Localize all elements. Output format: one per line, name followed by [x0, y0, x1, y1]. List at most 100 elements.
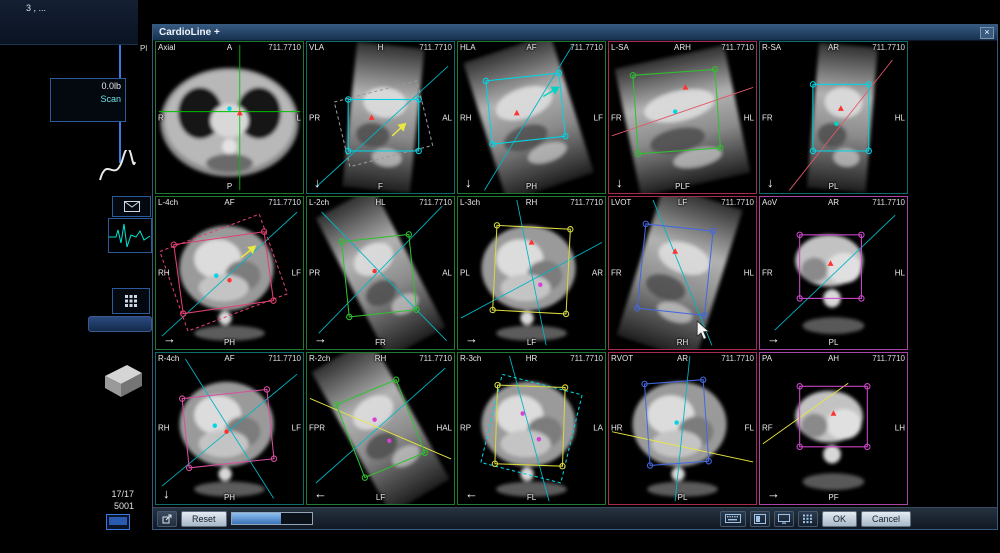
viewport-r-4ch[interactable]: R-4chAF711.7710RHLFPH↓: [155, 352, 304, 505]
view-name: HLA: [460, 43, 476, 52]
display-icon[interactable]: [106, 514, 130, 530]
series-number: 711.7710: [268, 43, 301, 52]
scroll-arrow-right: →: [163, 331, 176, 346]
viewport-axial[interactable]: Axial A 711.7710 R L P: [155, 41, 304, 194]
dialog-footer: Reset OK Cancel: [153, 507, 997, 529]
reset-button[interactable]: Reset: [181, 511, 227, 527]
view-name: R-SA: [762, 43, 781, 52]
partial-label: Pl: [140, 44, 147, 53]
patient-weight: 0.0lb: [55, 81, 121, 91]
viewport-r-sa[interactable]: R-SAAR711.7710FRHLPL↓: [759, 41, 908, 194]
orientation-label-bottom: PLF: [675, 182, 690, 191]
cancel-button[interactable]: Cancel: [861, 511, 911, 527]
orientation-label-top: RH: [526, 198, 538, 207]
copy-graphics-button[interactable]: [157, 511, 177, 527]
orientation-label-left: R: [158, 113, 164, 122]
scroll-arrow-left: ←: [314, 486, 327, 501]
annotation-pen-icon[interactable]: [96, 150, 138, 190]
viewport-l-2ch[interactable]: L-2chHL711.7710PRALFR→: [306, 196, 455, 349]
view-name: L-2ch: [309, 198, 329, 207]
layout-panes-icon-button[interactable]: [750, 511, 770, 527]
orientation-label-top: HL: [375, 198, 385, 207]
view-name: PA: [762, 354, 772, 363]
orientation-label-right: HAL: [436, 424, 452, 433]
monitor-icon-button[interactable]: [774, 511, 794, 527]
view-name: RVOT: [611, 354, 633, 363]
orientation-label-left: RP: [460, 424, 471, 433]
viewport-l-sa[interactable]: L-SAARH711.7710FRHLPLF↓: [608, 41, 757, 194]
orientation-label-left: PL: [460, 268, 470, 277]
viewport-l-3ch[interactable]: L-3chRH711.7710PLARLF→: [457, 196, 606, 349]
orientation-label-right: HL: [744, 113, 754, 122]
scroll-arrow-right: →: [314, 331, 327, 346]
orientation-label-left: RH: [158, 268, 170, 277]
toolbar-pill-button[interactable]: [88, 316, 152, 332]
series-number: 711.7710: [872, 43, 905, 52]
orientation-label-top: A: [227, 43, 232, 52]
viewport-lvot[interactable]: LVOTLF711.7710FRHLRH: [608, 196, 757, 349]
orientation-label-bottom: FR: [375, 338, 386, 347]
series-number: 711.7710: [570, 198, 603, 207]
keyboard-icon-button[interactable]: [720, 511, 746, 527]
viewport-l-4ch[interactable]: L-4chAF711.7710RHLFPH→: [155, 196, 304, 349]
orientation-label-top: AR: [677, 354, 688, 363]
series-number: 711.7710: [721, 43, 754, 52]
view-name: L-3ch: [460, 198, 480, 207]
viewport-pa[interactable]: PAAH711.7710RFLHPF→: [759, 352, 908, 505]
orientation-label-right: LH: [895, 424, 905, 433]
series-number: 711.7710: [570, 354, 603, 363]
image-counter: 17/17: [111, 488, 134, 500]
viewport-hla[interactable]: HLAAF711.7710RHLFPH↓: [457, 41, 606, 194]
scroll-arrow-right: →: [465, 331, 478, 346]
close-button[interactable]: ×: [980, 27, 994, 39]
orientation-label-left: RF: [762, 424, 773, 433]
orientation-label-top: AF: [224, 198, 234, 207]
view-name: R-4ch: [158, 354, 179, 363]
scroll-arrow-down: ↓: [767, 175, 774, 190]
view-name: Axial: [158, 43, 175, 52]
view-name: VLA: [309, 43, 324, 52]
scroll-arrow-down: ↓: [314, 175, 321, 190]
orientation-label-top: AF: [526, 43, 536, 52]
keypad-icon[interactable]: [112, 288, 150, 314]
orientation-label-top: RH: [375, 354, 387, 363]
viewport-r-3ch[interactable]: R-3chHR711.7710RPLAFL←: [457, 352, 606, 505]
series-number: 711.7710: [419, 198, 452, 207]
display-icon-screen: [109, 517, 127, 525]
window-titlebar[interactable]: CardioLine + ×: [153, 25, 997, 41]
orientation-label-top: AR: [828, 43, 839, 52]
orientation-label-top: LF: [678, 198, 687, 207]
orientation-label-left: FPR: [309, 424, 325, 433]
progress-fill: [232, 513, 282, 524]
grid-icon-button[interactable]: [798, 511, 818, 527]
scroll-arrow-down: ↓: [465, 175, 472, 190]
orientation-label-left: FR: [611, 113, 622, 122]
orientation-label-bottom: PH: [526, 182, 537, 191]
scroll-arrow-right: →: [767, 486, 780, 501]
orientation-label-bottom: PL: [829, 338, 839, 347]
viewport-aov[interactable]: AoVAR711.7710FRHLPL→: [759, 196, 908, 349]
view-name: AoV: [762, 198, 777, 207]
message-icon[interactable]: [112, 196, 151, 217]
orientation-label-right: L: [297, 113, 301, 122]
stack-3d-icon[interactable]: [100, 362, 146, 404]
host-sidebar: 3 , ... 0.0lb Scan Pl 17/17 5001: [0, 0, 152, 553]
viewport-r-2ch[interactable]: R-2chRH711.7710FPRHALLF←: [306, 352, 455, 505]
viewport-rvot[interactable]: RVOTAR711.7710HRFLPL: [608, 352, 757, 505]
orientation-label-bottom: F: [378, 182, 383, 191]
ok-button[interactable]: OK: [822, 511, 857, 527]
orientation-label-right: AL: [442, 113, 452, 122]
scroll-arrow-down: ↓: [163, 486, 170, 501]
orientation-label-left: PR: [309, 113, 320, 122]
orientation-label-top: H: [378, 43, 384, 52]
series-number: 711.7710: [721, 354, 754, 363]
orientation-label-bottom: PL: [678, 493, 688, 502]
series-number: 711.7710: [419, 354, 452, 363]
orientation-label-bottom: LF: [527, 338, 536, 347]
screen: 3 , ... 0.0lb Scan Pl 17/17 5001: [0, 0, 1000, 553]
orientation-label-right: AL: [442, 268, 452, 277]
orientation-label-bottom: FL: [527, 493, 536, 502]
scroll-arrow-down: ↓: [616, 175, 623, 190]
orientation-label-bottom: P: [227, 182, 232, 191]
viewport-vla[interactable]: VLAH711.7710PRALF↓: [306, 41, 455, 194]
